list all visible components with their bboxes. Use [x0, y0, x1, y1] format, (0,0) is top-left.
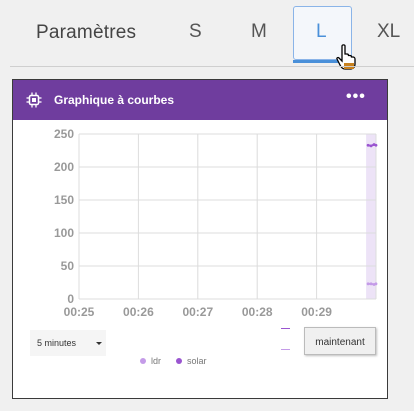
data-point-ldr — [366, 282, 370, 286]
y-tick-label: 150 — [54, 193, 74, 207]
time-range-select[interactable]: 5 minutes — [30, 330, 106, 356]
data-point-solar — [374, 143, 378, 147]
chevron-down-icon — [96, 342, 102, 345]
size-tab-l[interactable]: L — [316, 21, 327, 43]
line-chart: 250 200 150 100 50 000:25 00:26 00:27 00:28 00:29 — [54, 127, 378, 319]
data-point-ldr — [374, 282, 378, 286]
series-marker-solar — [281, 328, 290, 329]
x-tick-label: 00:28 — [242, 305, 273, 319]
size-tab-m[interactable]: M — [251, 21, 267, 43]
settings-label: Paramètres — [36, 22, 137, 43]
x-tick-label: 00:27 — [182, 305, 213, 319]
y-tick-label: 100 — [54, 226, 74, 240]
y-tick-label: 50 — [61, 259, 75, 273]
more-dots-icon[interactable]: ••• — [346, 88, 365, 108]
y-tick-label: 0 — [67, 292, 74, 306]
legend-label: solar — [187, 356, 207, 366]
y-tick-label: 200 — [54, 160, 74, 174]
y-tick-label: 250 — [54, 127, 74, 141]
x-tick-label: 00:29 — [301, 305, 332, 319]
data-point-ldr — [369, 282, 373, 286]
x-tick-label: 00:25 — [64, 305, 95, 319]
legend-label: ldr — [151, 356, 162, 366]
size-tab-xl[interactable]: XL — [377, 21, 400, 43]
chip-icon — [26, 92, 42, 108]
data-point-solar — [369, 144, 373, 148]
line-chart-widget: Graphique à courbes ••• 250 200 150 100 50 0 0… — [12, 79, 388, 399]
series-marker-ldr — [281, 349, 290, 350]
x-tick-label: 00:26 — [123, 305, 154, 319]
legend-item-solar[interactable]: solar — [176, 356, 207, 366]
legend-dot — [176, 358, 182, 364]
size-tab-s[interactable]: S — [189, 21, 202, 43]
time-range-value: 5 minutes — [37, 338, 77, 348]
divider — [10, 66, 414, 67]
legend-dot — [140, 358, 146, 364]
widget-header: Graphique à courbes ••• — [13, 80, 387, 120]
legend-item-ldr[interactable]: ldr — [140, 356, 161, 366]
widget-title: Graphique à courbes — [54, 93, 175, 107]
data-point-solar — [366, 143, 370, 147]
highlight-region — [366, 134, 376, 299]
now-button[interactable]: maintenant — [304, 327, 376, 355]
widget-settings-bar: Paramètres S M L XL — [0, 0, 414, 70]
